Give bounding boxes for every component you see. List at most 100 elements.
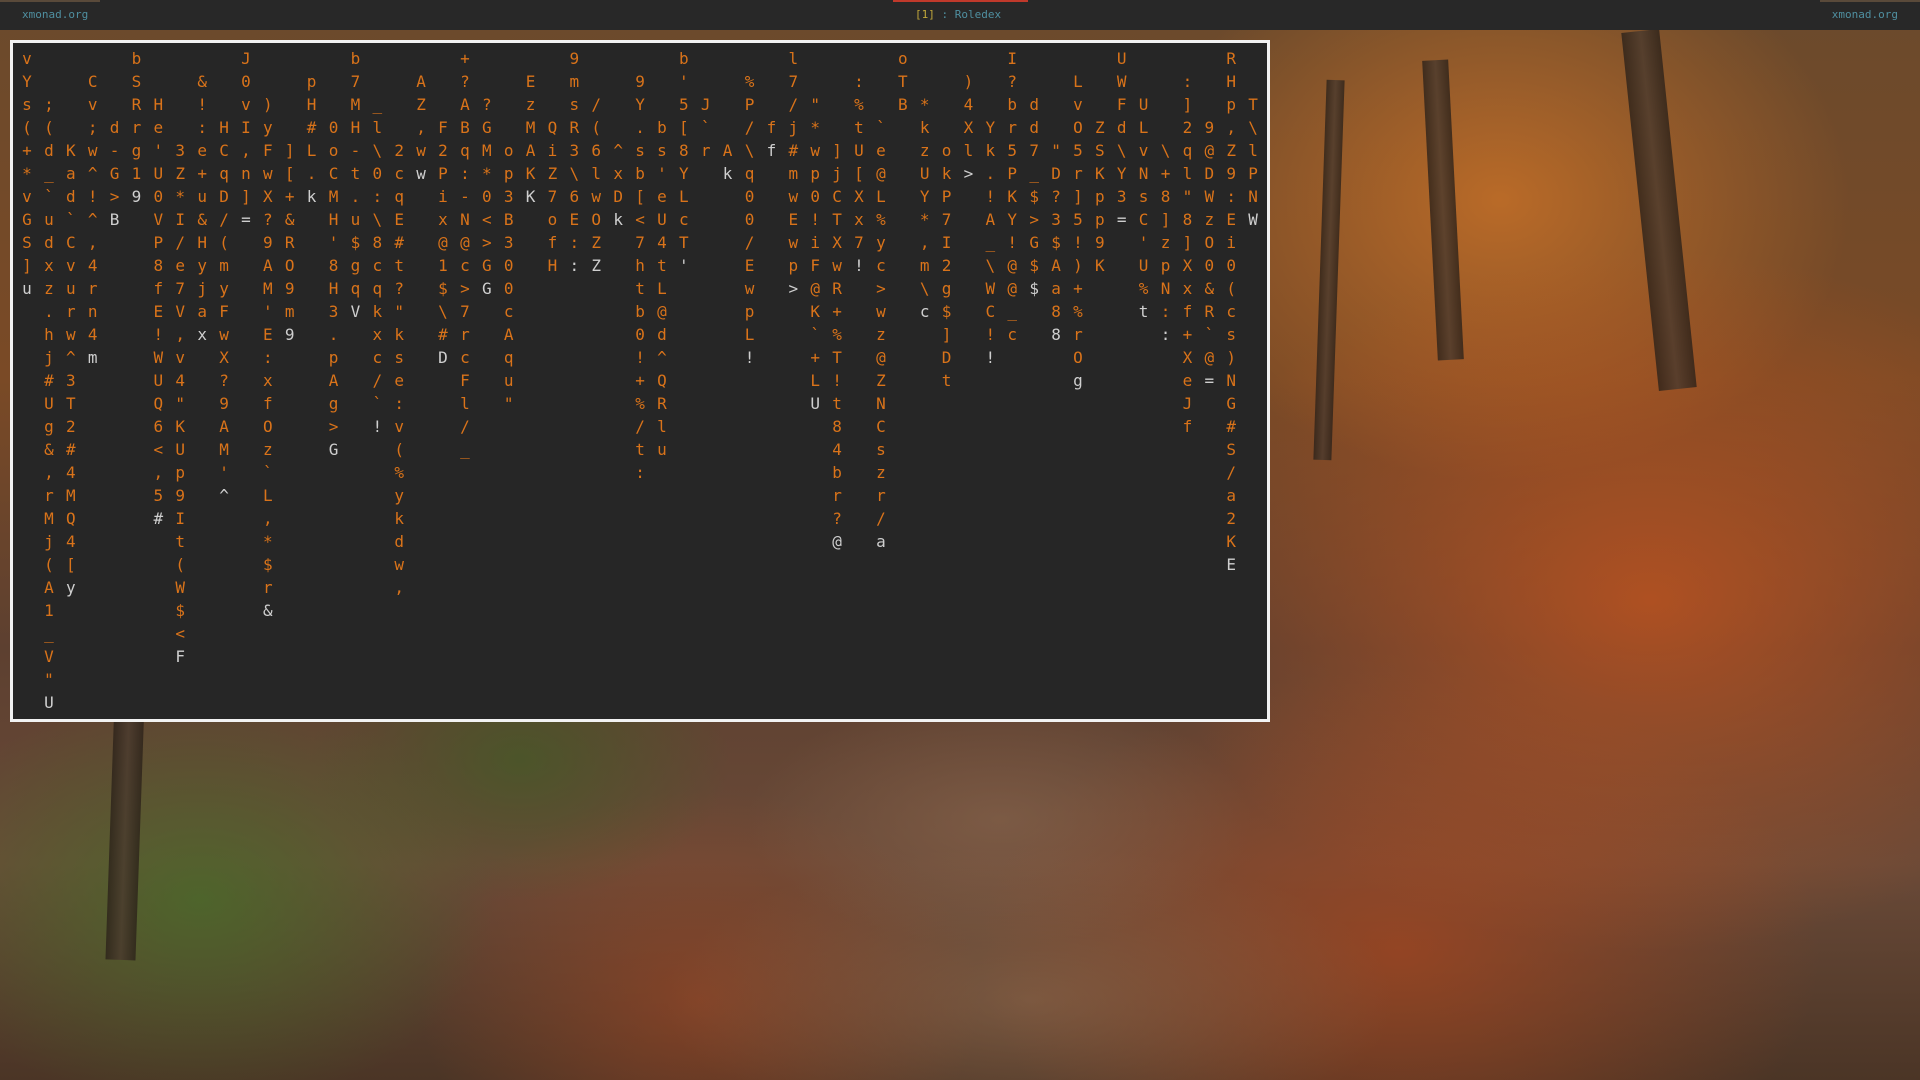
rain-char: O (1073, 348, 1083, 367)
rain-char: N (1138, 164, 1149, 183)
rain-column: o k P 7 I 2 g $] Dt (937, 139, 957, 392)
rain-char: S (22, 233, 32, 252)
rain-char: @ (876, 164, 886, 183)
status-bar: xmonad.org [1] : Roledex xmonad.org (0, 0, 1920, 30)
rain-column: b ' 5 [8 Y Lc T ' (674, 47, 694, 277)
rain-char: L (1073, 72, 1083, 91)
rain-char: C (87, 72, 98, 91)
rain-char: 9 (635, 72, 645, 91)
rain-char: 1 (44, 601, 54, 620)
rain-char: 2 (1182, 118, 1193, 137)
rain-char: p (744, 302, 755, 321)
rain-char: @ (1204, 348, 1215, 367)
xmonad-link-right[interactable]: xmonad.org (1832, 8, 1898, 21)
rain-head-char: = (1204, 371, 1215, 390)
rain-char: c (460, 348, 470, 367)
rain-char: q (372, 279, 383, 298)
rain-char: + (197, 164, 207, 183)
rain-char: ( (44, 118, 54, 137)
rain-char: w (394, 555, 405, 574)
rain-char: O (1204, 233, 1215, 252)
rain-char: S (1226, 440, 1237, 459)
rain-char: W (1204, 187, 1215, 206)
rain-char: Z (876, 371, 886, 390)
rain-char: w (832, 256, 842, 275)
rain-char: 0 (503, 256, 514, 275)
rain-char: v (22, 49, 32, 68)
rain-char: 0 (744, 187, 755, 206)
rain-char: p (1226, 95, 1237, 114)
rain-char: W (985, 279, 996, 298)
rain-column: 9 @ D Wz O 0 & R ` @ = (1199, 116, 1219, 392)
rain-column: ` e @ L% y c > w z @ Z N Cs z r / a (871, 116, 891, 553)
rain-char: o (897, 49, 908, 68)
rain-char: ? (263, 210, 273, 229)
rain-char: Y (919, 187, 930, 206)
rain-char: r (263, 578, 273, 597)
rain-char: , (153, 463, 164, 482)
rain-char: V (44, 647, 54, 666)
rain-char: ! (1007, 233, 1018, 252)
rain-char: C (985, 302, 996, 321)
rain-char: l (1182, 164, 1193, 183)
rain-head-char: @ (832, 532, 842, 551)
rain-char: d (1116, 118, 1127, 137)
rain-column: 9 Y. s b[<7 h t b 0! +% / t: (630, 70, 650, 484)
rain-char: 8 (832, 417, 842, 436)
rain-char: f (263, 394, 273, 413)
rain-char: ! (153, 325, 164, 344)
rain-char: # (788, 141, 799, 160)
rain-char: Z (416, 95, 426, 114)
rain-char: K (525, 164, 536, 183)
rain-char: / (175, 233, 186, 252)
terminal-window[interactable]: v Ys(+ * v G S] u;(d _ ` u d x z. h j # Ug &, r Mj(A 1 _ V " U Ka… (10, 40, 1270, 722)
rain-char: . (635, 118, 645, 137)
rain-char: k (394, 325, 405, 344)
rain-char: U (1138, 95, 1149, 114)
rain-char: O (284, 256, 295, 275)
rain-char: / (372, 371, 383, 390)
rain-column: Ak (718, 139, 738, 185)
rain-char: ! (810, 210, 821, 229)
rain-char: j (44, 348, 54, 367)
rain-char: w (744, 279, 755, 298)
rain-char: < (635, 210, 645, 229)
rain-char: ] (1073, 187, 1083, 206)
rain-char: - (109, 141, 120, 160)
rain-char: $ (263, 555, 273, 574)
rain-char: # (1226, 417, 1237, 436)
rain-char: Z (1095, 118, 1105, 137)
rain-char: ! (985, 187, 996, 206)
rain-char: 8 (153, 256, 164, 275)
rain-char: i (547, 141, 558, 160)
rain-char: D (1204, 164, 1215, 183)
workspace-indicator[interactable]: [1] (915, 8, 935, 21)
xmonad-link-left[interactable]: xmonad.org (22, 8, 88, 21)
rain-char: a (65, 164, 76, 183)
rain-char: Y (1116, 164, 1127, 183)
rain-char: b (131, 49, 142, 68)
rain-char: K (1095, 256, 1105, 275)
rain-char: z (919, 141, 930, 160)
rain-char: N (876, 394, 886, 413)
rain-char: n (87, 302, 98, 321)
rain-char: * (22, 164, 32, 183)
rain-head-char: V (350, 302, 361, 321)
rain-char: P (1248, 164, 1258, 183)
rain-char: 9 (569, 49, 580, 68)
rain-char: e (657, 187, 667, 206)
rain-char: ' (219, 463, 229, 482)
rain-char: u (350, 210, 361, 229)
rain-char: % (635, 394, 645, 413)
rain-char: b (657, 118, 667, 137)
rain-char: d (44, 233, 54, 252)
rain-char: j (197, 279, 207, 298)
rain-char: ! (985, 325, 996, 344)
rain-column: ZSKpp9K (1090, 116, 1110, 277)
rain-head-char: y (65, 578, 76, 597)
rain-char: b (832, 463, 842, 482)
rain-column: 3 Z * I / e 7 V, v 4 " K Up 9 It (W $ < F (170, 139, 190, 668)
rain-char: ` (876, 118, 886, 137)
rain-char: w (263, 164, 273, 183)
rain-char: R (657, 394, 667, 413)
